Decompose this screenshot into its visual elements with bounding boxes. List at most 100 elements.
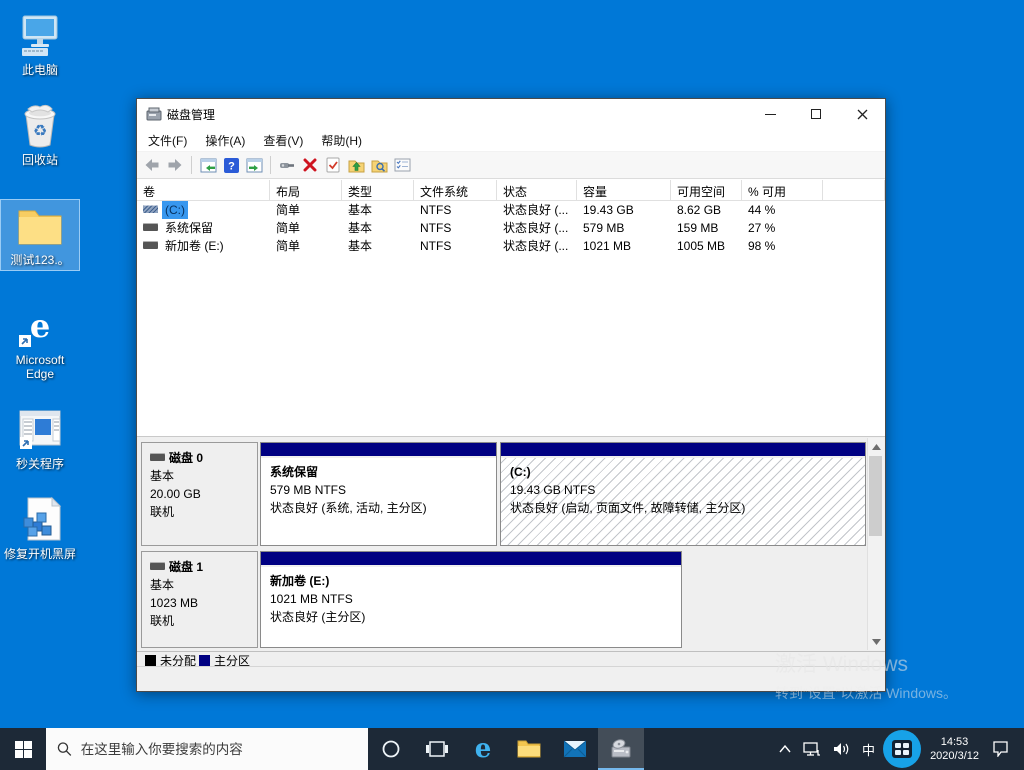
- partition-status: 状态良好 (主分区): [270, 608, 672, 626]
- cell-status: 状态良好 (...: [497, 219, 577, 237]
- disk-name: 磁盘 1: [169, 560, 203, 574]
- disk-0-label[interactable]: 磁盘 0 基本 20.00 GB 联机: [141, 442, 258, 546]
- cell-percent-free: 27 %: [742, 219, 823, 237]
- cortana-button[interactable]: [368, 728, 414, 770]
- cell-type: 基本: [342, 219, 414, 237]
- cell-percent-free: 98 %: [742, 237, 823, 255]
- desktop-icon-fix-black-screen[interactable]: 修复开机黑屏: [1, 494, 79, 564]
- volume-icon: [143, 205, 158, 213]
- taskbar-search[interactable]: [46, 728, 368, 770]
- desktop-icon-quick-close-app[interactable]: 秒关程序: [1, 404, 79, 474]
- this-pc-icon: [1, 12, 79, 60]
- scrollbar-thumb[interactable]: [869, 456, 882, 536]
- task-check-icon[interactable]: [323, 156, 343, 175]
- cell-capacity: 579 MB: [577, 219, 671, 237]
- column-header[interactable]: % 可用: [742, 180, 823, 200]
- vertical-scrollbar[interactable]: [867, 438, 884, 650]
- cell-percent-free: 44 %: [742, 201, 823, 219]
- disk-icon: [150, 562, 165, 570]
- help-icon[interactable]: ?: [221, 156, 241, 175]
- menu-action[interactable]: 操作(A): [196, 132, 254, 149]
- maximize-button[interactable]: [793, 99, 839, 129]
- desktop-icon-recycle-bin[interactable]: ♻ 回收站: [1, 100, 79, 170]
- legend-primary-swatch: [199, 655, 210, 666]
- task-view-button[interactable]: [414, 728, 460, 770]
- partition-status: 状态良好 (启动, 页面文件, 故障转储, 主分区): [510, 499, 856, 517]
- desktop-icon-label: 秒关程序: [1, 457, 79, 471]
- volume-list-header: 卷 布局 类型 文件系统 状态 容量 可用空间 % 可用: [137, 180, 885, 201]
- partition-c[interactable]: (C:) 19.43 GB NTFS 状态良好 (启动, 页面文件, 故障转储,…: [500, 442, 866, 546]
- column-header[interactable]: 可用空间: [671, 180, 742, 200]
- desktop-icon-this-pc[interactable]: 此电脑: [1, 10, 79, 80]
- menu-view[interactable]: 查看(V): [254, 132, 312, 149]
- volume-row-new-volume-e[interactable]: 新加卷 (E:) 简单 基本 NTFS 状态良好 (... 1021 MB 10…: [137, 237, 885, 255]
- disk-size: 1023 MB: [150, 594, 249, 612]
- registry-file-icon: [1, 496, 79, 544]
- search-input[interactable]: [81, 742, 357, 757]
- disk-1-label[interactable]: 磁盘 1 基本 1023 MB 联机: [141, 551, 258, 648]
- ime-tool-icon[interactable]: [883, 730, 921, 768]
- scroll-down-icon[interactable]: [868, 633, 884, 650]
- column-header[interactable]: 类型: [342, 180, 414, 200]
- partition-color-band: [261, 552, 681, 565]
- desktop-icon-label: 回收站: [1, 153, 79, 167]
- screwdriver-icon[interactable]: [277, 156, 297, 175]
- scroll-up-icon[interactable]: [868, 438, 884, 455]
- column-header[interactable]: 容量: [577, 180, 671, 200]
- folder-search-icon[interactable]: [369, 156, 389, 175]
- action-pane-icon[interactable]: [244, 156, 264, 175]
- close-button[interactable]: [839, 99, 885, 129]
- desktop-icon-microsoft-edge[interactable]: e Microsoft Edge: [1, 300, 79, 384]
- partition-status: 状态良好 (系统, 活动, 主分区): [270, 499, 487, 517]
- volume-row-system-reserved[interactable]: 系统保留 简单 基本 NTFS 状态良好 (... 579 MB 159 MB …: [137, 219, 885, 237]
- partition-new-volume-e[interactable]: 新加卷 (E:) 1021 MB NTFS 状态良好 (主分区): [260, 551, 682, 648]
- disk-0-block: 磁盘 0 基本 20.00 GB 联机 系统保留 579 MB NTFS 状态良…: [141, 442, 861, 546]
- column-header[interactable]: 布局: [270, 180, 342, 200]
- cell-status: 状态良好 (...: [497, 237, 577, 255]
- column-header[interactable]: 状态: [497, 180, 577, 200]
- disk-management-window: 磁盘管理 文件(F) 操作(A) 查看(V) 帮助(H) ?: [136, 98, 886, 692]
- volume-name: 系统保留: [162, 219, 216, 237]
- cell-type: 基本: [342, 237, 414, 255]
- column-header[interactable]: 文件系统: [414, 180, 497, 200]
- desktop-icon-test-folder[interactable]: 测试123.。: [1, 200, 79, 270]
- folder-up-icon[interactable]: [346, 156, 366, 175]
- menu-file[interactable]: 文件(F): [139, 132, 196, 149]
- disk-management-taskbar-icon[interactable]: [598, 728, 644, 770]
- back-icon[interactable]: [142, 156, 162, 175]
- cell-free-space: 1005 MB: [671, 237, 742, 255]
- delete-icon[interactable]: [300, 156, 320, 175]
- forward-icon[interactable]: [165, 156, 185, 175]
- start-button[interactable]: [0, 728, 46, 770]
- toolbar: ?: [137, 152, 885, 179]
- system-tray: 中 14:53 2020/3/12: [773, 728, 1024, 770]
- menu-help[interactable]: 帮助(H): [312, 132, 371, 149]
- volume-row-c[interactable]: (C:) 简单 基本 NTFS 状态良好 (... 19.43 GB 8.62 …: [137, 201, 885, 219]
- volume-icon: [143, 223, 158, 231]
- console-tree-icon[interactable]: [198, 156, 218, 175]
- ime-indicator[interactable]: 中: [856, 740, 881, 759]
- window-status-bar: [137, 666, 885, 691]
- column-header[interactable]: 卷: [137, 180, 270, 200]
- cell-layout: 简单: [270, 201, 342, 219]
- recycle-bin-icon: ♻: [1, 102, 79, 150]
- partition-system-reserved[interactable]: 系统保留 579 MB NTFS 状态良好 (系统, 活动, 主分区): [260, 442, 497, 546]
- action-center-icon[interactable]: [986, 741, 1015, 757]
- partition-name: 系统保留: [270, 463, 487, 481]
- edge-icon[interactable]: e: [460, 728, 506, 770]
- partition-name: (C:): [510, 463, 856, 481]
- disk-size: 20.00 GB: [150, 485, 249, 503]
- disk-graphics-pane: 磁盘 0 基本 20.00 GB 联机 系统保留 579 MB NTFS 状态良…: [137, 436, 885, 668]
- file-explorer-icon[interactable]: [506, 728, 552, 770]
- volume-icon[interactable]: [827, 742, 856, 756]
- tray-expand-icon[interactable]: [773, 745, 797, 753]
- cell-type: 基本: [342, 201, 414, 219]
- cell-capacity: 19.43 GB: [577, 201, 671, 219]
- mail-icon[interactable]: [552, 728, 598, 770]
- checklist-icon[interactable]: [392, 156, 412, 175]
- partition-size: 19.43 GB NTFS: [510, 481, 856, 499]
- network-icon[interactable]: [797, 742, 827, 757]
- svg-text:e: e: [475, 736, 492, 762]
- clock[interactable]: 14:53 2020/3/12: [923, 735, 986, 763]
- minimize-button[interactable]: [747, 99, 793, 129]
